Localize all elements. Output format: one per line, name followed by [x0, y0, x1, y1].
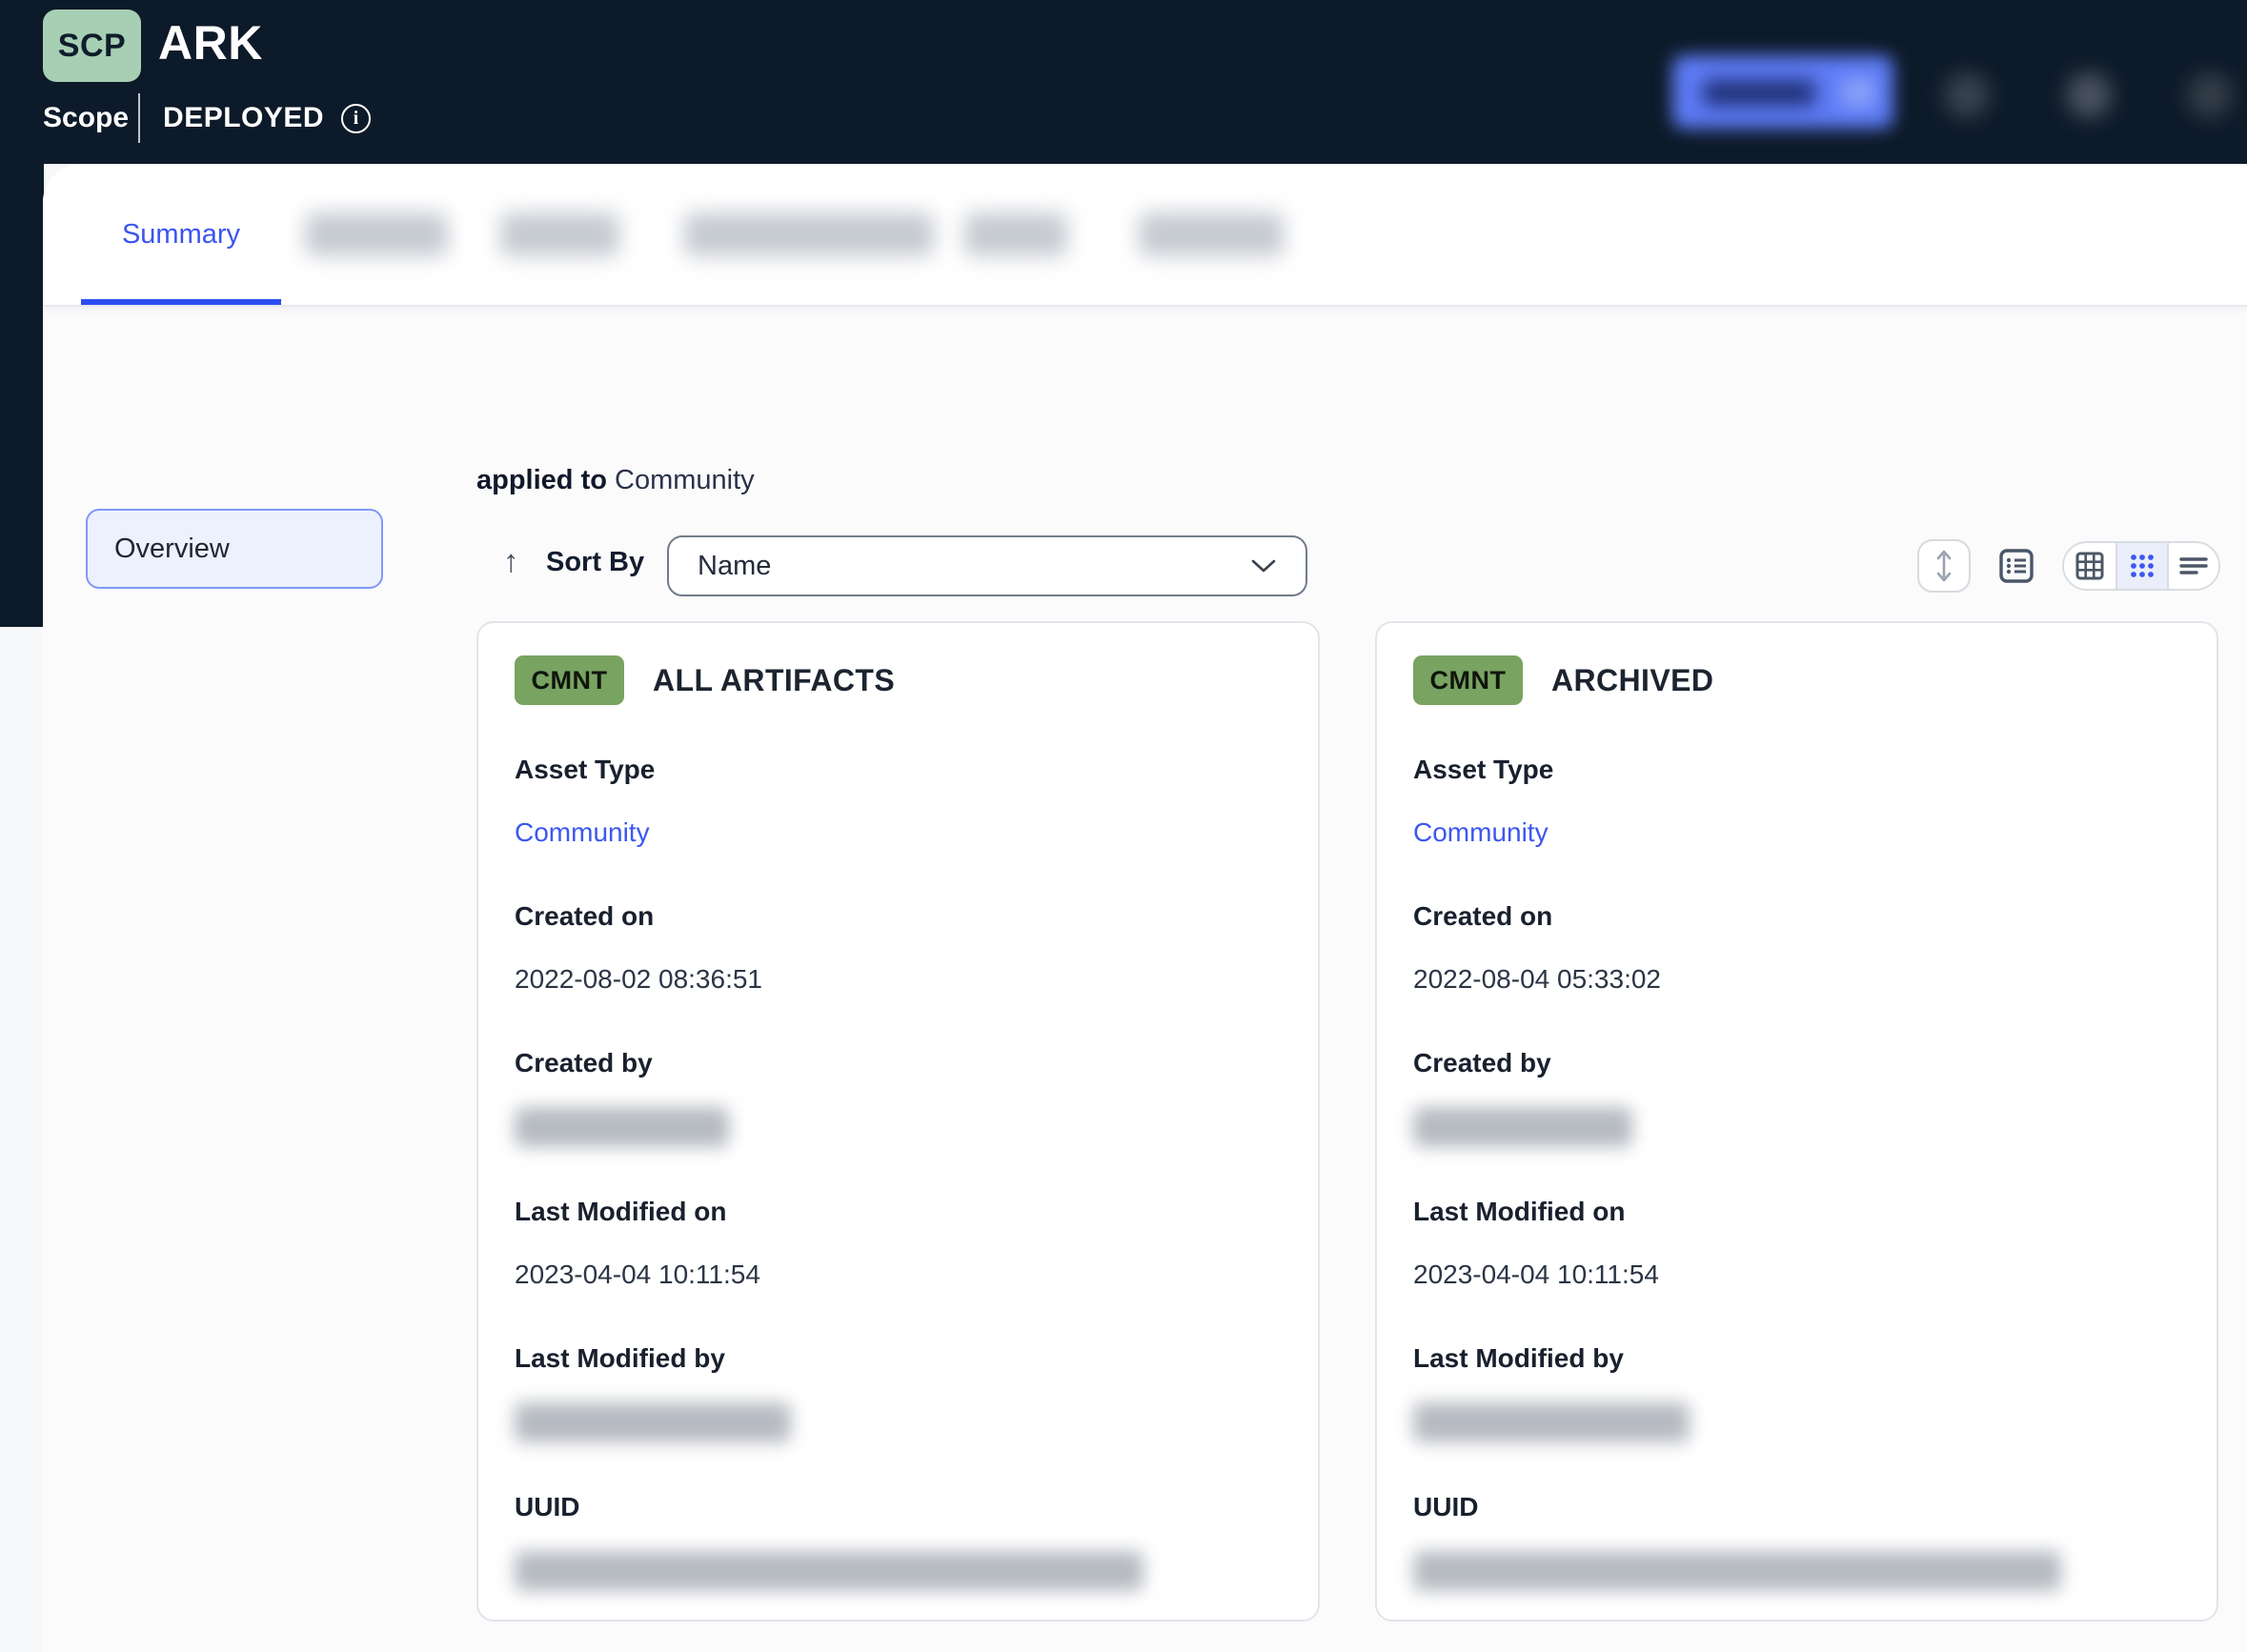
divider [138, 93, 141, 143]
field-value: 2023-04-04 10:11:54 [515, 1259, 760, 1289]
tab-blurred-4[interactable] [964, 212, 1067, 256]
asset-type-badge: CMNT [1413, 655, 1523, 705]
field-value: 2022-08-02 08:36:51 [515, 964, 762, 994]
header-icon-blurred-3[interactable] [2187, 72, 2233, 118]
app-header: SCP ARK Scope DEPLOYED i [0, 0, 2247, 164]
status-badge: DEPLOYED [163, 102, 325, 133]
tab-blurred-1[interactable] [305, 212, 448, 256]
field-label-uuid: UUID [1413, 1492, 1479, 1521]
dots-grid-icon [2131, 554, 2154, 577]
field-label-asset-type: Asset Type [515, 755, 656, 784]
vertical-resize-icon [1936, 550, 1952, 582]
tab-summary[interactable]: Summary [81, 164, 281, 305]
sort-by-label: Sort By [546, 547, 645, 577]
applied-to-line: applied to Community [476, 465, 755, 496]
tab-blurred-3[interactable] [684, 212, 934, 256]
field-label-created-on: Created on [1413, 901, 1553, 931]
tab-blurred-2[interactable] [500, 212, 619, 256]
card-header: CMNT ARCHIVED [1413, 655, 2180, 705]
field-label-asset-type: Asset Type [1413, 755, 1554, 784]
field-label-created-by: Created by [515, 1048, 653, 1078]
blurred-value [1413, 1402, 1690, 1442]
details-list-button[interactable] [1995, 545, 2037, 587]
actions-button-blurred[interactable] [1672, 55, 1893, 129]
blurred-value [1413, 1551, 2061, 1591]
active-tab-underline [81, 299, 281, 305]
field-value: 2022-08-04 05:33:02 [1413, 964, 1661, 994]
sort-by-selected-value: Name [698, 550, 772, 581]
page-title: ARK [158, 16, 263, 70]
field-label-created-on: Created on [515, 901, 655, 931]
info-icon[interactable]: i [341, 103, 372, 133]
sort-direction-icon[interactable]: ↑ [503, 543, 519, 579]
field-label-last-modified-on: Last Modified on [515, 1197, 727, 1226]
view-mode-segmented-control [2062, 541, 2220, 591]
tab-summary-label: Summary [121, 218, 241, 250]
field-value: 2023-04-04 10:11:54 [1413, 1259, 1659, 1289]
field-label-uuid: UUID [515, 1492, 580, 1521]
chevron-down-icon [1251, 559, 1276, 573]
left-dark-strip [0, 162, 44, 629]
asset-type-badge: CMNT [515, 655, 624, 705]
blurred-value [515, 1107, 729, 1147]
field-label-last-modified-by: Last Modified by [1413, 1343, 1624, 1373]
applied-to-label: applied to [476, 465, 607, 495]
field-label-last-modified-on: Last Modified on [1413, 1197, 1626, 1226]
asset-card-archived: CMNT ARCHIVED Asset Type Community Created o… [1375, 621, 2218, 1622]
sort-toolbar: ↑ Sort By Name [43, 535, 2247, 598]
card-title[interactable]: ALL ARTIFACTS [653, 663, 895, 698]
blurred-value [1413, 1107, 1632, 1147]
left-light-strip [0, 627, 44, 1652]
chevron-down-icon [1842, 78, 1874, 107]
main-panel: Summary Overview applied to Community ↑ … [43, 164, 2247, 1652]
blurred-value [515, 1402, 791, 1442]
view-controls [1917, 537, 2220, 594]
asset-type-link[interactable]: Community [515, 814, 1282, 852]
tab-bar: Summary [43, 164, 2247, 307]
app-logo: SCP [43, 10, 141, 82]
table-grid-icon [2075, 552, 2104, 580]
asset-card-all-artifacts: CMNT ALL ARTIFACTS Asset Type Community Crea… [476, 621, 1320, 1622]
card-title[interactable]: ARCHIVED [1551, 663, 1713, 698]
blurred-button-label [1703, 80, 1815, 106]
asset-type-link[interactable]: Community [1413, 814, 2180, 852]
card-header: CMNT ALL ARTIFACTS [515, 655, 1282, 705]
expand-collapse-button[interactable] [1917, 539, 1971, 593]
table-view-button[interactable] [2064, 543, 2115, 589]
list-details-icon [1999, 549, 2034, 583]
applied-to-value: Community [615, 465, 755, 495]
tile-view-button[interactable] [2115, 543, 2167, 589]
header-icon-blurred-2[interactable] [2066, 72, 2112, 118]
field-label-created-by: Created by [1413, 1048, 1551, 1078]
asset-cards-grid: CMNT ALL ARTIFACTS Asset Type Community Crea… [476, 621, 2218, 1652]
panel-content: Overview applied to Community ↑ Sort By … [43, 307, 2247, 1652]
field-label-last-modified-by: Last Modified by [515, 1343, 725, 1373]
rows-view-button[interactable] [2167, 543, 2218, 589]
header-icon-blurred-1[interactable] [1944, 72, 1990, 118]
asset-kind-label: Scope [43, 102, 130, 133]
blurred-value [515, 1551, 1144, 1591]
breadcrumb: Scope DEPLOYED i [43, 93, 372, 143]
rows-list-icon [2179, 557, 2208, 574]
tab-blurred-5[interactable] [1139, 212, 1284, 256]
sort-by-select[interactable]: Name [667, 535, 1307, 596]
